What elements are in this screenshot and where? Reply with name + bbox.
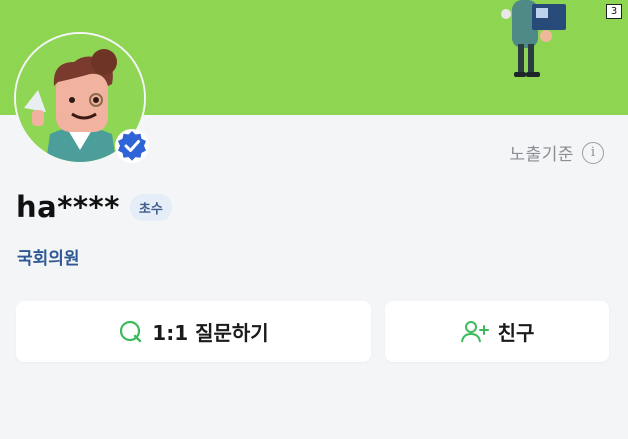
banner-character-illustration [501,0,566,77]
username: ha**** [16,190,120,224]
info-icon[interactable]: i [582,141,604,164]
grade-badge: 초수 [129,193,172,221]
exposure-criteria[interactable]: 노출기준 i [509,140,604,165]
profile-role: 국회의원 [17,249,80,269]
verified-check-icon [115,129,149,163]
profile-screen: 3 노출기준 i ha**** 초수 국회의원 1:1 질문하기 친구 [0,0,628,439]
profile-actions: 1:1 질문하기 친구 [16,301,609,362]
add-friend-label: 친구 [497,321,535,345]
add-person-icon [460,320,489,342]
page-number-tag: 3 [606,4,622,19]
exposure-criteria-label: 노출기준 [509,145,574,165]
ask-question-button[interactable]: 1:1 질문하기 [16,301,371,362]
profile-avatar-container[interactable] [14,32,149,164]
ask-question-label: 1:1 질문하기 [152,321,269,345]
add-friend-button[interactable]: 친구 [385,301,609,362]
q-question-icon [120,320,142,342]
profile-name-row: ha**** 초수 [16,190,172,224]
